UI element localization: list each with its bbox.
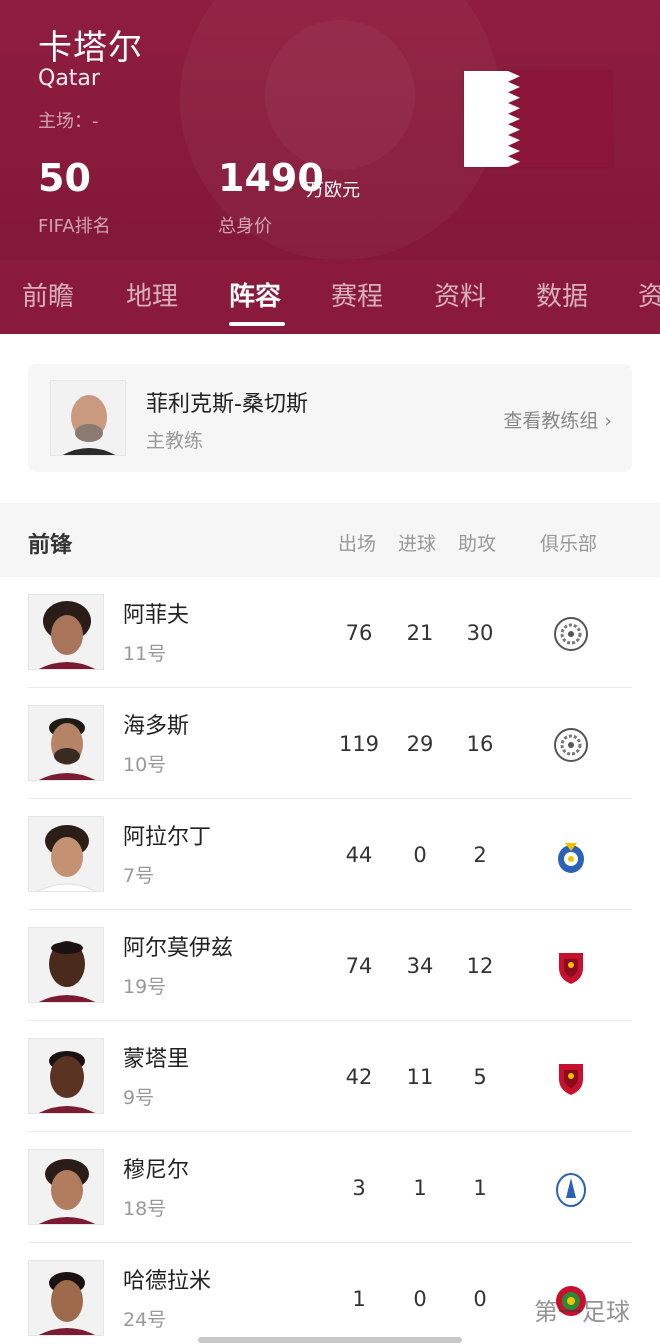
player-name: 阿拉尔丁 — [123, 825, 212, 850]
forwards-section-header: 前锋 出场 进球 助攻 俱乐部 — [0, 503, 660, 577]
player-apps: 119 — [338, 732, 380, 756]
player-apps: 44 — [345, 843, 373, 867]
player-goals: 11 — [406, 1065, 434, 1089]
al-sadd-crest-icon — [552, 726, 590, 764]
player-assists: 5 — [473, 1065, 487, 1089]
active-tab-indicator — [229, 322, 285, 326]
al-gharafa-crest-icon — [552, 837, 590, 875]
column-goals: 进球 — [398, 533, 437, 555]
player-name: 阿菲夫 — [123, 603, 190, 628]
player-assists: 16 — [466, 732, 494, 756]
player-assists: 1 — [473, 1176, 487, 1200]
al-sadd-crest-icon — [552, 615, 590, 653]
player-number: 19号 — [123, 976, 167, 998]
player-name: 海多斯 — [123, 714, 190, 739]
qatar-flag-icon — [464, 71, 612, 167]
player-goals: 29 — [406, 732, 434, 756]
player-assists: 30 — [466, 621, 494, 645]
player-avatar — [28, 1260, 104, 1336]
player-row[interactable]: 阿拉尔丁 7号 44 0 2 — [0, 799, 660, 910]
al-wakrah-crest-icon — [552, 1170, 590, 1208]
tab-geography[interactable]: 地理 — [126, 276, 178, 313]
player-apps: 1 — [352, 1287, 366, 1311]
player-name: 哈德拉米 — [123, 1269, 212, 1294]
player-goals: 1 — [413, 1176, 427, 1200]
view-coaching-staff-link[interactable]: 查看教练组 › — [503, 406, 612, 433]
tab-bar: 前瞻 地理 阵容 赛程 资料 数据 资 — [0, 260, 660, 334]
player-row[interactable]: 阿菲夫 11号 76 21 30 — [0, 577, 660, 688]
tab-more[interactable]: 资 — [638, 276, 660, 313]
player-name: 穆尼尔 — [123, 1158, 190, 1183]
player-apps: 42 — [345, 1065, 373, 1089]
al-duhail-crest-icon — [552, 948, 590, 986]
fifa-rank-value: 50 — [38, 156, 91, 200]
player-number: 24号 — [123, 1309, 167, 1331]
player-goals: 34 — [406, 954, 434, 978]
player-avatar — [28, 927, 104, 1003]
player-number: 10号 — [123, 754, 167, 776]
player-row[interactable]: 海多斯 10号 119 29 16 — [0, 688, 660, 799]
coach-name: 菲利克斯-桑切斯 — [146, 392, 308, 417]
player-number: 7号 — [123, 865, 155, 887]
tab-info[interactable]: 资料 — [434, 276, 486, 313]
player-goals: 21 — [406, 621, 434, 645]
team-value-unit: 万欧元 — [306, 180, 360, 201]
team-value-label: 总身价 — [218, 216, 272, 237]
player-assists: 12 — [466, 954, 494, 978]
player-avatar — [28, 705, 104, 781]
team-name-english: Qatar — [38, 66, 100, 91]
player-avatar — [28, 1038, 104, 1114]
player-row[interactable]: 阿尔莫伊兹 19号 74 34 12 — [0, 910, 660, 1021]
player-row[interactable]: 蒙塔里 9号 42 11 5 — [0, 1021, 660, 1132]
player-goals: 0 — [413, 1287, 427, 1311]
player-apps: 74 — [345, 954, 373, 978]
player-avatar — [28, 816, 104, 892]
coach-card[interactable]: 菲利克斯-桑切斯 主教练 查看教练组 › — [28, 364, 632, 472]
player-number: 18号 — [123, 1198, 167, 1220]
player-row[interactable]: 穆尼尔 18号 3 1 1 — [0, 1132, 660, 1243]
section-title: 前锋 — [28, 533, 73, 558]
player-avatar — [28, 1149, 104, 1225]
player-assists: 0 — [473, 1287, 487, 1311]
tab-schedule[interactable]: 赛程 — [331, 276, 383, 313]
coach-avatar — [50, 380, 126, 456]
player-goals: 0 — [413, 843, 427, 867]
source-watermark: 第一足球 — [534, 1298, 630, 1326]
al-duhail-crest-icon — [552, 1059, 590, 1097]
team-header: 卡塔尔 Qatar 主场：- 50 FIFA排名 1490 万欧元 总身价 前瞻… — [0, 0, 660, 334]
fifa-rank-label: FIFA排名 — [38, 216, 111, 237]
home-stadium: 主场：- — [38, 111, 99, 132]
tab-stats[interactable]: 数据 — [536, 276, 588, 313]
player-name: 阿尔莫伊兹 — [123, 936, 234, 961]
player-number: 9号 — [123, 1087, 155, 1109]
player-number: 11号 — [123, 643, 167, 665]
player-avatar — [28, 594, 104, 670]
tab-squad[interactable]: 阵容 — [229, 276, 281, 313]
player-apps: 3 — [352, 1176, 366, 1200]
column-club: 俱乐部 — [540, 533, 598, 555]
home-indicator[interactable] — [198, 1337, 462, 1343]
player-assists: 2 — [473, 843, 487, 867]
team-name: 卡塔尔 — [38, 28, 143, 68]
player-apps: 76 — [345, 621, 373, 645]
tab-preview[interactable]: 前瞻 — [22, 276, 74, 313]
coach-role: 主教练 — [146, 430, 204, 452]
column-apps: 出场 — [338, 533, 377, 555]
column-assists: 助攻 — [458, 533, 497, 555]
player-name: 蒙塔里 — [123, 1047, 190, 1072]
